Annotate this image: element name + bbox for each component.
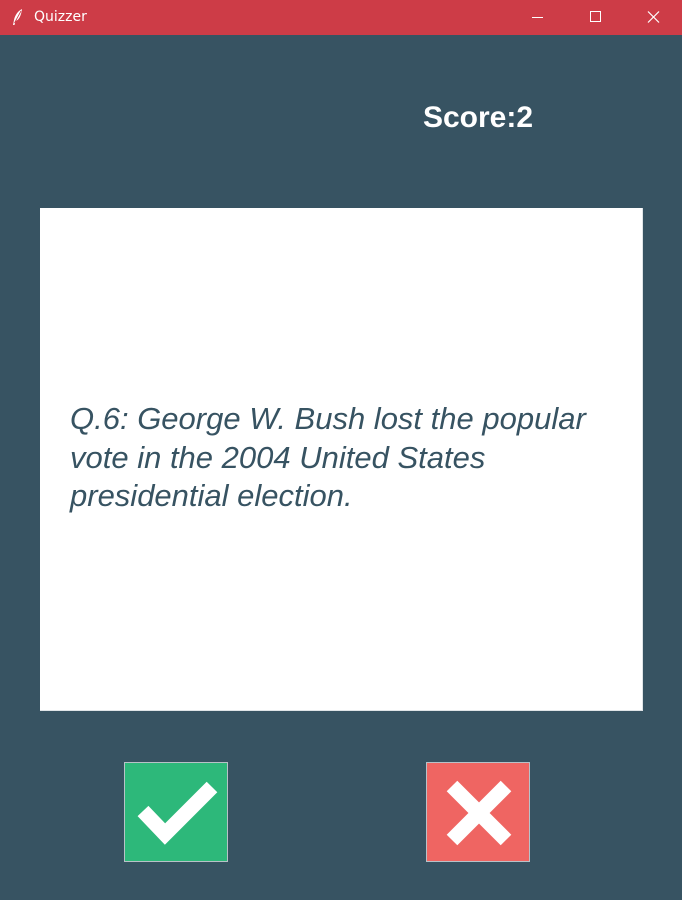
minimize-icon <box>532 17 543 18</box>
question-card: Q.6: George W. Bush lost the popular vot… <box>40 208 643 711</box>
title-bar[interactable]: Quizzer <box>0 0 682 35</box>
feather-icon <box>10 8 26 26</box>
question-text: Q.6: George W. Bush lost the popular vot… <box>70 401 586 513</box>
maximize-icon <box>590 11 601 22</box>
window-title: Quizzer <box>34 9 87 25</box>
close-button[interactable] <box>624 0 682 35</box>
maximize-button[interactable] <box>566 0 624 35</box>
false-button[interactable] <box>426 762 530 862</box>
close-icon <box>647 11 660 23</box>
score-label: Score:2 <box>422 101 534 134</box>
true-button[interactable] <box>124 762 228 862</box>
cross-icon <box>446 780 512 846</box>
checkmark-icon <box>137 781 218 845</box>
minimize-button[interactable] <box>508 0 566 35</box>
